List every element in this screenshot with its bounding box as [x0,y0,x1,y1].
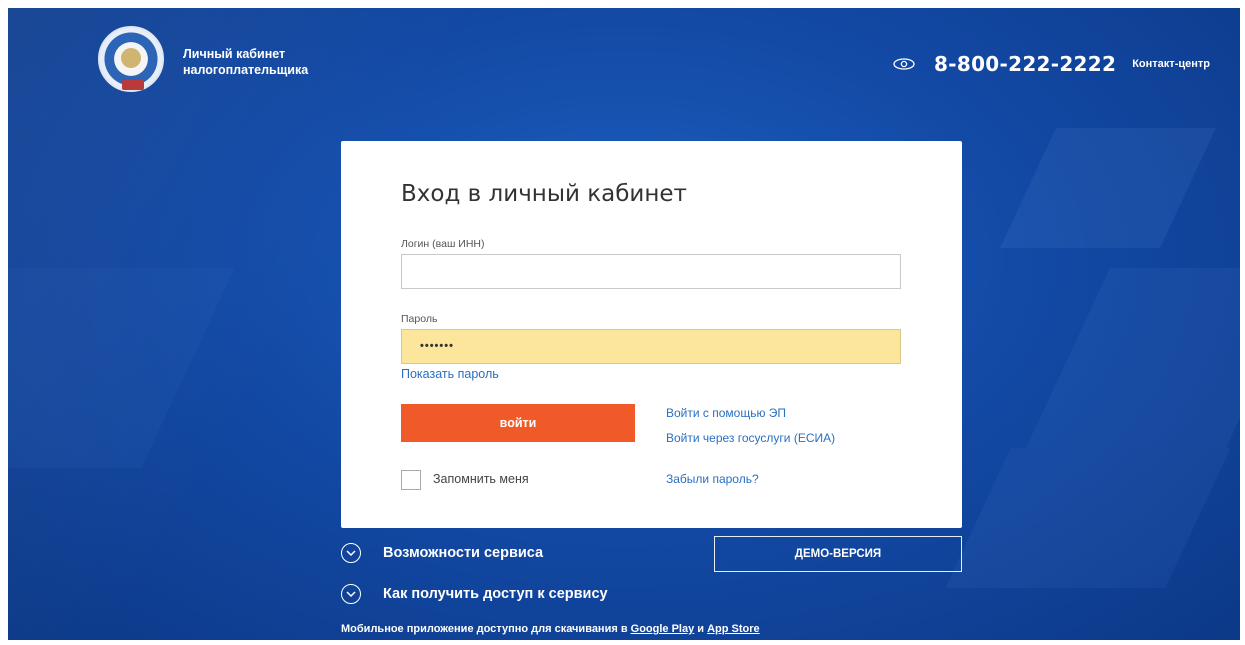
remember-me-checkbox[interactable] [401,470,421,490]
brand-line-2: налогоплательщика [183,63,309,77]
login-card: Вход в личный кабинет Логин (ваш ИНН) Па… [341,141,962,528]
brand-title[interactable]: Личный кабинет налогоплательщика [183,46,308,78]
logo-ribbon [122,80,144,90]
app-store-link[interactable]: App Store [707,623,760,635]
password-value: ••••••• [420,340,454,352]
features-label: Возможности сервиса [383,545,544,561]
fns-logo[interactable] [98,26,164,92]
chevron-down-icon [341,543,361,563]
login-input[interactable] [401,254,901,289]
login-label: Логин (ваш ИНН) [401,238,485,250]
header: Личный кабинет налогоплательщика 8-800-2… [8,8,1240,118]
mobile-app-notice: Мобильное приложение доступно для скачив… [341,623,760,635]
phone-number[interactable]: 8-800-222-2222 [934,52,1116,76]
eye-icon[interactable] [892,57,916,71]
password-input[interactable]: ••••••• [401,329,901,364]
login-title: Вход в личный кабинет [401,181,687,207]
access-label: Как получить доступ к сервису [383,586,608,602]
remember-me-label[interactable]: Запомнить меня [433,472,529,486]
forgot-password-link[interactable]: Забыли пароль? [666,472,759,486]
mobile-text: Мобильное приложение доступно для скачив… [341,623,628,635]
contact-block: 8-800-222-2222 Контакт-центр [892,52,1210,76]
login-gosuslugi-link[interactable]: Войти через госуслуги (ЕСИА) [666,431,835,445]
login-ep-link[interactable]: Войти с помощью ЭП [666,406,786,420]
and-text: и [697,623,705,635]
contact-center-link[interactable]: Контакт-центр [1132,58,1210,70]
demo-button[interactable]: ДЕМО-ВЕРСИЯ [714,536,962,572]
emblem-icon [121,48,141,68]
features-toggle[interactable]: Возможности сервиса [341,543,543,563]
chevron-down-icon [341,584,361,604]
google-play-link[interactable]: Google Play [631,623,695,635]
show-password-link[interactable]: Показать пароль [401,367,499,381]
password-label: Пароль [401,313,438,325]
page-background: Личный кабинет налогоплательщика 8-800-2… [8,8,1240,640]
access-toggle[interactable]: Как получить доступ к сервису [341,584,608,604]
brand-line-1: Личный кабинет [183,47,286,61]
login-button[interactable]: войти [401,404,635,442]
